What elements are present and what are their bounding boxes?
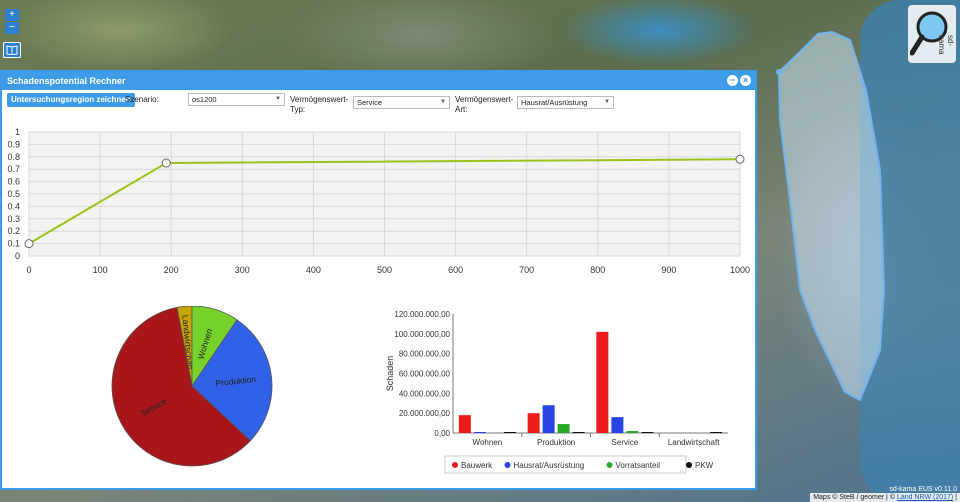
x-tick-label: Wohnen <box>473 438 503 447</box>
close-button[interactable]: × <box>740 75 751 86</box>
bar <box>572 432 585 433</box>
x-tick-label: Service <box>612 438 639 447</box>
asset-type-label: Vermögenswert- Typ: <box>290 95 348 115</box>
y-tick-label: 0.9 <box>7 139 20 149</box>
bar <box>542 405 555 433</box>
bar <box>557 424 570 433</box>
chart-legend: Bauwerk Hausrat/Ausrüstung Vorratsanteil PK… <box>444 455 714 474</box>
legend-entry: Vorratsanteil <box>616 461 661 470</box>
map-attribution: Maps © SteB / geomer | © Land NRW (2017)… <box>810 493 960 502</box>
y-tick-label: 0.2 <box>7 226 20 236</box>
bar <box>527 413 540 433</box>
x-tick-label: 700 <box>519 265 534 275</box>
chevron-down-icon: ▼ <box>440 99 446 105</box>
chevron-down-icon: ▼ <box>275 96 281 102</box>
x-tick-label: 100 <box>93 265 108 275</box>
bar <box>626 431 639 433</box>
asset-type-select[interactable]: Service ▼ <box>353 96 450 109</box>
asset-type-label-line1: Vermögenswert- <box>290 95 349 104</box>
scenario-label: Szenario: <box>125 95 159 104</box>
logo-label: sd-kama <box>937 35 955 55</box>
asset-kind-label-line2: Art: <box>455 105 468 114</box>
y-tick-label: 20.000.000,00 <box>399 409 451 418</box>
scenario-value: os1200 <box>192 95 217 104</box>
y-tick-label: 0,00 <box>434 429 450 438</box>
y-tick-label: 0.5 <box>7 189 20 199</box>
x-tick-label: 1000 <box>730 265 750 275</box>
x-tick-label: Produktion <box>537 438 575 447</box>
x-tick-label: 500 <box>377 265 392 275</box>
asset-type-value: Service <box>357 98 383 107</box>
sector-pie-chart: Landwirtschaft WohnenProduktionService <box>111 306 273 467</box>
panel-header[interactable]: Schadenspotential Rechner − × <box>2 72 755 90</box>
legend-entry: PKW <box>695 461 714 470</box>
x-tick-label: 900 <box>661 265 676 275</box>
sd-kama-logo[interactable]: sd-kama <box>908 5 956 63</box>
data-point <box>161 158 171 168</box>
legend-marker <box>452 462 458 468</box>
y-tick-label: 0.6 <box>7 177 20 187</box>
y-tick-label: 60.000.000,00 <box>399 370 451 379</box>
x-tick-label: 200 <box>164 265 179 275</box>
panel-title: Schadenspotential Rechner <box>7 76 126 86</box>
damage-curve-chart: 0 100 200 300 400 500 600 700 800 900 1000 0 0.1 0.2 0… <box>7 127 750 275</box>
legend-entry: Hausrat/Ausrüstung <box>514 461 585 470</box>
legend-entry: Bauwerk <box>461 461 493 470</box>
y-tick-label: 1 <box>15 127 20 137</box>
bar <box>458 415 471 433</box>
attribution-suffix: | <box>953 494 957 501</box>
legend-marker <box>504 462 511 468</box>
minimize-button[interactable]: − <box>727 75 738 86</box>
book-icon[interactable] <box>3 42 21 58</box>
attribution-prefix: Maps © SteB / geomer | © <box>813 494 897 501</box>
asset-type-label-line2: Typ: <box>290 105 306 114</box>
damage-bar-chart: 0,00 20.000.000,00 40.000.000,00 60.000.000… <box>385 310 728 474</box>
y-tick-label: 100.000.000,00 <box>394 330 450 339</box>
y-tick-label: 0.7 <box>7 164 20 174</box>
x-tick-label: 400 <box>306 265 321 275</box>
x-tick-label: Landwirtschaft <box>668 438 720 447</box>
data-point <box>24 239 34 249</box>
asset-kind-select[interactable]: Hausrat/Ausrüstung ▼ <box>517 96 614 109</box>
version-label: sd-kama EUS v0.11.0 <box>889 486 957 493</box>
data-point <box>735 154 745 164</box>
zoom-out-button[interactable]: − <box>5 22 19 34</box>
y-tick-label: 0.3 <box>7 214 20 224</box>
y-tick-label: 0.1 <box>7 239 20 249</box>
bar <box>710 432 723 433</box>
x-tick-label: 300 <box>235 265 250 275</box>
scenario-select[interactable]: os1200 ▼ <box>188 93 285 106</box>
y-tick-label: 120.000.000,00 <box>394 310 450 319</box>
bar <box>473 432 486 433</box>
y-tick-label: 0.4 <box>7 201 20 211</box>
x-tick-label: 0 <box>26 265 31 275</box>
legend-marker <box>606 462 613 468</box>
y-tick-label: 40.000.000,00 <box>399 389 451 398</box>
draw-region-button[interactable]: Untersuchungsregion zeichnen <box>7 93 135 107</box>
asset-kind-label: Vermögenswert- Art: <box>455 95 513 115</box>
bar <box>641 432 654 433</box>
bar <box>596 331 609 433</box>
zoom-in-button[interactable]: + <box>5 9 19 21</box>
y-tick-label: 80.000.000,00 <box>399 350 451 359</box>
y-tick-label: 0.8 <box>7 152 20 162</box>
y-axis-label: Schaden <box>385 356 395 392</box>
asset-kind-value: Hausrat/Ausrüstung <box>521 98 588 107</box>
bar <box>503 432 516 433</box>
attribution-link[interactable]: Land NRW (2017) <box>897 494 953 501</box>
chevron-down-icon: ▼ <box>604 99 610 105</box>
asset-kind-label-line1: Vermögenswert- <box>455 95 514 104</box>
x-tick-label: 800 <box>590 265 605 275</box>
bar <box>611 417 624 433</box>
y-tick-label: 0 <box>15 251 20 261</box>
legend-marker <box>686 462 692 468</box>
x-tick-label: 600 <box>448 265 463 275</box>
panel-toolbar: Untersuchungsregion zeichnen Szenario: o… <box>2 90 755 116</box>
